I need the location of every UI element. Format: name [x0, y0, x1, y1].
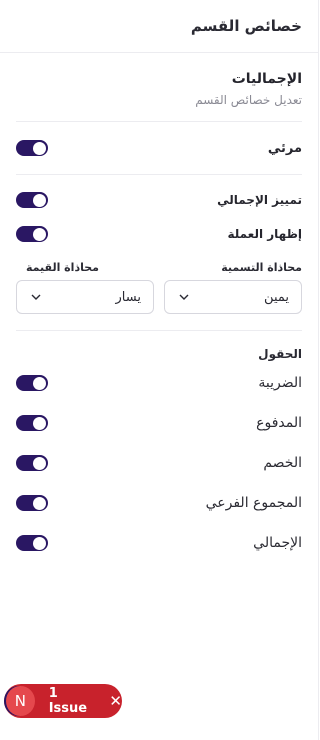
field-toggle-discount[interactable] [16, 455, 48, 471]
field-toggle-subtotal[interactable] [16, 495, 48, 511]
totals-subtitle: تعديل خصائص القسم [195, 93, 302, 107]
field-toggle-tax[interactable] [16, 375, 48, 391]
label-alignment-select[interactable]: يمين [164, 280, 302, 314]
visible-toggle[interactable] [16, 140, 48, 156]
alignment-selects: يمين يسار [16, 280, 302, 314]
field-label-total: الإجمالي [253, 535, 302, 551]
label-alignment-label: محاذاة التسمية [221, 261, 302, 274]
show-currency-label: إظهار العملة [227, 227, 302, 241]
toggle-knob [33, 537, 46, 550]
section-properties-panel: خصائص القسم الإجماليات تعديل خصائص القسم… [0, 0, 319, 740]
field-label-discount: الخصم [263, 455, 302, 471]
alignment-group: محاذاة التسمية محاذاة القيمة يمين يسار [0, 261, 318, 314]
fields-title: الحقول [258, 347, 302, 361]
field-label-subtotal: المجموع الفرعي [205, 495, 302, 511]
show-currency-row: إظهار العملة [0, 217, 318, 251]
value-alignment-label: محاذاة القيمة [26, 261, 99, 274]
issue-badge[interactable]: N 1 Issue ✕ [4, 684, 122, 718]
chevron-down-icon [179, 294, 189, 300]
field-toggle-total[interactable] [16, 535, 48, 551]
toggle-knob [33, 417, 46, 430]
field-row-subtotal: المجموع الفرعي [0, 483, 318, 523]
field-row-tax: الضريبة [0, 363, 318, 403]
chevron-down-icon [31, 294, 41, 300]
toggle-knob [33, 377, 46, 390]
divider [16, 174, 302, 175]
field-toggle-paid[interactable] [16, 415, 48, 431]
highlight-total-label: تمييز الإجمالي [217, 193, 302, 207]
highlight-total-toggle[interactable] [16, 192, 48, 208]
field-label-tax: الضريبة [258, 375, 302, 391]
close-icon[interactable]: ✕ [109, 693, 122, 709]
show-currency-toggle[interactable] [16, 226, 48, 242]
toggle-knob [33, 497, 46, 510]
highlight-total-row: تمييز الإجمالي [0, 183, 318, 217]
visible-label: مرئي [267, 140, 302, 156]
field-row-paid: المدفوع [0, 403, 318, 443]
avatar[interactable]: N [6, 686, 35, 716]
field-label-paid: المدفوع [256, 415, 302, 431]
toggle-knob [33, 228, 46, 241]
totals-section: الإجماليات تعديل خصائص القسم [0, 71, 318, 107]
label-alignment-value: يمين [264, 289, 289, 305]
toggle-knob [33, 194, 46, 207]
value-alignment-select[interactable]: يسار [16, 280, 154, 314]
toggle-knob [33, 457, 46, 470]
toggle-knob [33, 142, 46, 155]
issue-count-label[interactable]: 1 Issue [49, 686, 99, 716]
fields-section: الحقول [0, 347, 318, 361]
value-alignment-value: يسار [115, 289, 141, 305]
divider [16, 330, 302, 331]
totals-title: الإجماليات [231, 71, 302, 87]
panel-title: خصائص القسم [190, 17, 302, 35]
alignment-labels: محاذاة التسمية محاذاة القيمة [16, 261, 302, 274]
visible-row: مرئي [0, 122, 318, 174]
panel-header: خصائص القسم [0, 0, 318, 53]
field-row-discount: الخصم [0, 443, 318, 483]
field-row-total: الإجمالي [0, 523, 318, 563]
